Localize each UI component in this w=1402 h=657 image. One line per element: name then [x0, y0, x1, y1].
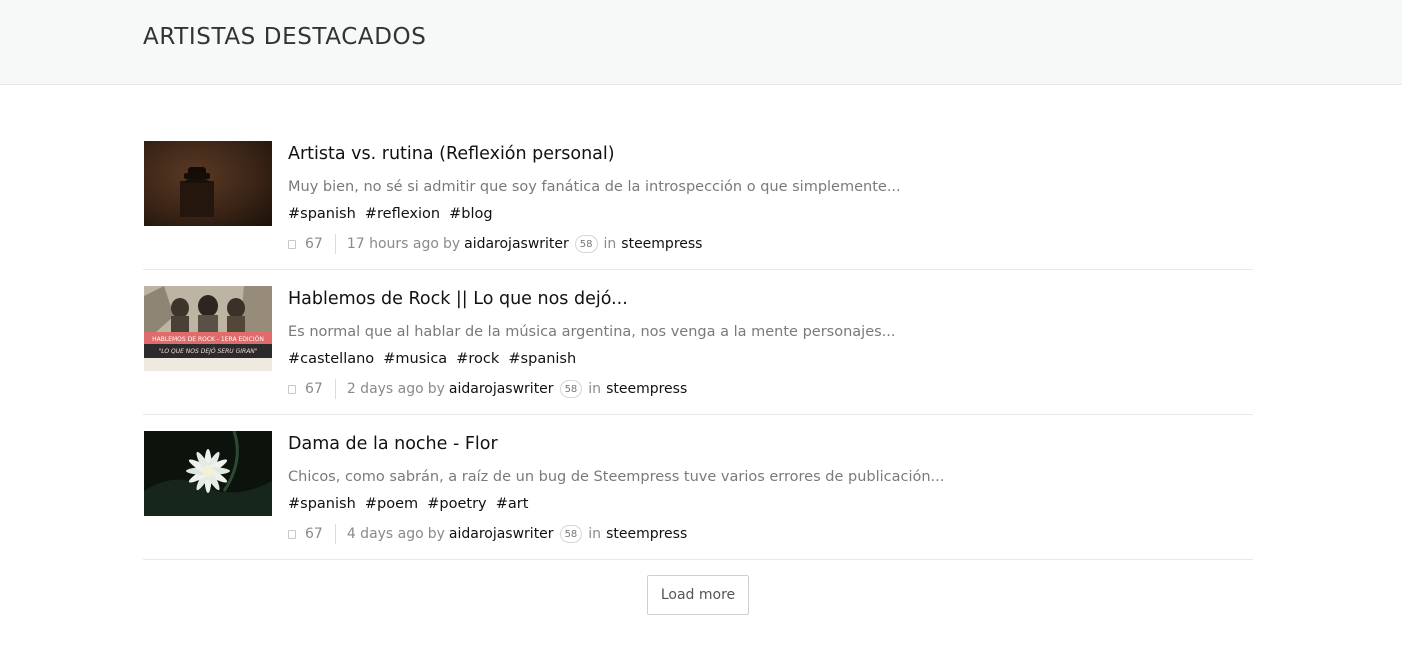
tag-link[interactable]: #musica	[383, 351, 447, 367]
post-list: Artista vs. rutina (Reflexión personal) …	[143, 125, 1253, 560]
community-link[interactable]: steempress	[621, 236, 702, 252]
tag-link[interactable]: #blog	[449, 206, 492, 222]
by-label: by	[427, 381, 445, 397]
author-link[interactable]: aidarojaswriter	[449, 381, 554, 397]
post-thumbnail[interactable]	[144, 141, 272, 226]
tag-link[interactable]: #poem	[365, 496, 418, 512]
post-time: 17 hours ago	[346, 236, 439, 252]
vote-count: 67	[305, 236, 323, 252]
vote-count: 67	[305, 381, 323, 397]
post-title[interactable]: Hablemos de Rock || Lo que nos dejó...	[288, 289, 628, 309]
list-item: Dama de la noche - Flor Chicos, como sab…	[143, 415, 1253, 560]
thumb-caption: "LO QUE NOS DEJÓ SERU GIRAN"	[158, 348, 257, 355]
author-link[interactable]: aidarojaswriter	[464, 236, 569, 252]
community-link[interactable]: steempress	[606, 526, 687, 542]
post-excerpt: Chicos, como sabrán, a raíz de un bug de…	[288, 469, 945, 485]
tag-link[interactable]: #castellano	[288, 351, 374, 367]
tag-link[interactable]: #poetry	[427, 496, 486, 512]
tag-link[interactable]: #spanish	[288, 206, 356, 222]
vote-button[interactable]: 67	[288, 524, 336, 544]
flower-photo-icon	[144, 431, 272, 516]
post-title[interactable]: Dama de la noche - Flor	[288, 434, 498, 454]
upvote-icon	[288, 529, 296, 539]
tag-link[interactable]: #spanish	[508, 351, 576, 367]
post-excerpt: Muy bien, no sé si admitir que soy fanát…	[288, 179, 901, 195]
in-label: in	[588, 526, 602, 542]
post-time: 2 days ago	[346, 381, 424, 397]
post-thumbnail[interactable]	[144, 431, 272, 516]
page-header: ARTISTAS DESTACADOS	[0, 0, 1402, 85]
post-excerpt: Es normal que al hablar de la música arg…	[288, 324, 896, 340]
post-thumbnail[interactable]: HABLEMOS DE ROCK - 1ERA EDICIÓN "LO QUE …	[144, 286, 272, 371]
tag-link[interactable]: #reflexion	[365, 206, 440, 222]
post-meta: 67 4 days ago by aidarojaswriter 58 in s…	[288, 523, 687, 545]
vote-count: 67	[305, 526, 323, 542]
page-title: ARTISTAS DESTACADOS	[143, 24, 427, 50]
reputation-badge: 58	[574, 235, 598, 253]
tag-link[interactable]: #rock	[456, 351, 499, 367]
vote-button[interactable]: 67	[288, 234, 336, 254]
telephone-photo-icon	[144, 141, 272, 226]
post-time: 4 days ago	[346, 526, 424, 542]
list-item: Artista vs. rutina (Reflexión personal) …	[143, 125, 1253, 270]
by-label: by	[442, 236, 461, 252]
post-title[interactable]: Artista vs. rutina (Reflexión personal)	[288, 144, 615, 164]
tag-list: #spanish #reflexion #blog	[288, 203, 497, 222]
community-link[interactable]: steempress	[606, 381, 687, 397]
band-photo-icon: HABLEMOS DE ROCK - 1ERA EDICIÓN "LO QUE …	[144, 286, 272, 371]
list-item: HABLEMOS DE ROCK - 1ERA EDICIÓN "LO QUE …	[143, 270, 1253, 415]
in-label: in	[588, 381, 602, 397]
by-label: by	[427, 526, 445, 542]
post-meta: 67 2 days ago by aidarojaswriter 58 in s…	[288, 378, 687, 400]
tag-link[interactable]: #art	[496, 496, 529, 512]
tag-link[interactable]: #spanish	[288, 496, 356, 512]
tag-list: #castellano #musica #rock #spanish	[288, 348, 580, 367]
author-link[interactable]: aidarojaswriter	[449, 526, 554, 542]
reputation-badge: 58	[559, 525, 583, 543]
vote-button[interactable]: 67	[288, 379, 336, 399]
post-meta: 67 17 hours ago by aidarojaswriter 58 in…	[288, 233, 702, 255]
tag-list: #spanish #poem #poetry #art	[288, 493, 532, 512]
upvote-icon	[288, 239, 296, 249]
thumb-caption: HABLEMOS DE ROCK - 1ERA EDICIÓN	[152, 336, 264, 343]
reputation-badge: 58	[559, 380, 583, 398]
in-label: in	[603, 236, 617, 252]
upvote-icon	[288, 384, 296, 394]
load-more-button[interactable]: Load more	[647, 575, 749, 615]
